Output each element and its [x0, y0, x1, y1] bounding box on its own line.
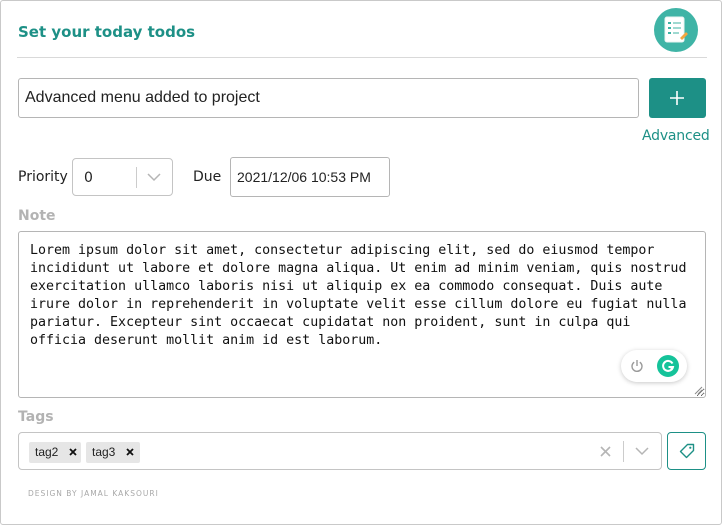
power-icon[interactable] — [630, 359, 644, 373]
add-tag-button[interactable] — [667, 432, 706, 470]
due-label: Due — [193, 169, 222, 185]
priority-select[interactable]: 0 — [72, 158, 173, 196]
close-icon[interactable] — [69, 448, 77, 456]
note-textarea[interactable]: Lorem ipsum dolor sit amet, consectetur … — [18, 231, 706, 398]
tag-label: tag3 — [92, 445, 116, 459]
tag-icon — [679, 443, 695, 459]
select-divider — [623, 441, 624, 462]
todo-list-icon — [654, 8, 698, 52]
chevron-down-icon — [147, 173, 161, 182]
tag-chip: tag2 — [29, 442, 81, 463]
todo-input[interactable] — [18, 78, 639, 118]
advanced-link[interactable]: Advanced — [642, 128, 710, 144]
due-datetime-input[interactable] — [230, 157, 390, 197]
chevron-down-icon[interactable] — [635, 446, 649, 456]
add-todo-button[interactable] — [649, 78, 706, 118]
close-icon[interactable] — [126, 448, 134, 456]
grammarly-icon[interactable] — [657, 355, 679, 377]
priority-selected-value: 0 — [84, 170, 93, 186]
tags-multiselect[interactable]: tag2 tag3 — [18, 432, 662, 470]
grammarly-widget — [621, 350, 687, 382]
tags-label: Tags — [18, 409, 54, 425]
page-title: Set your today todos — [18, 23, 196, 41]
priority-label: Priority — [18, 169, 68, 185]
header: Set your today todos — [17, 1, 707, 58]
tag-chip: tag3 — [86, 442, 140, 463]
note-label: Note — [18, 208, 56, 224]
select-divider — [136, 167, 137, 188]
footer-credit: DESIGN BY JAMAL KAKSOURI — [28, 489, 159, 498]
todo-card: Set your today todos Advanced Priority 0 — [0, 0, 722, 525]
resize-grip-icon[interactable] — [693, 385, 703, 395]
tag-label: tag2 — [35, 445, 59, 459]
plus-icon — [670, 91, 684, 105]
clear-icon[interactable] — [600, 446, 611, 457]
